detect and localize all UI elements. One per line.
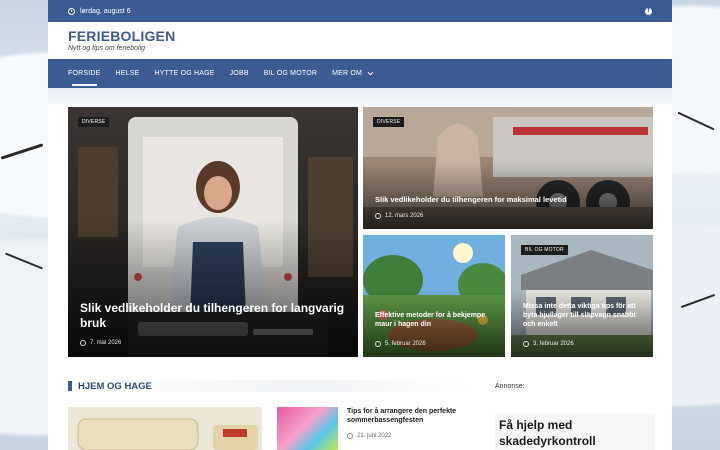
featured-card-main[interactable]: DIVERSE Slik vedlikeholder du tilhengere… — [68, 107, 358, 357]
snow-banner — [48, 88, 672, 107]
ad-banner[interactable]: Få hjelp med skadedyrkontroll — [495, 414, 655, 450]
nav-item-mer-om-label: MER OM — [332, 70, 363, 77]
section-accent — [68, 381, 72, 391]
article-date-text: 7. mai 2026 — [90, 340, 122, 346]
image-overlay — [363, 235, 505, 357]
main-nav: FORSIDE HELSE HYTTE OG HAGE JOBB BIL OG … — [48, 59, 672, 88]
featured-card[interactable]: Effektive metoder for å bekjempe maur i … — [363, 235, 505, 357]
article-title[interactable]: Slik vedlikeholder du tilhengeren for la… — [80, 301, 346, 331]
article-date-text: 21. juni 2022 — [357, 433, 392, 439]
featured-card[interactable]: DIVERSE Slik vedlikeholder du tilhengere… — [363, 107, 653, 229]
site-title[interactable]: FERIEBOLIGEN — [68, 28, 652, 44]
article-date: 12. mars 2026 — [375, 213, 423, 219]
clock-icon — [347, 433, 353, 439]
category-badge[interactable]: DIVERSE — [78, 117, 110, 127]
category-badge[interactable]: DIVERSE — [373, 117, 405, 127]
nav-item-hytte-og-hage[interactable]: HYTTE OG HAGE — [154, 59, 214, 88]
article-title[interactable]: Tips for å arrangere den perfekte sommer… — [347, 407, 467, 426]
nav-item-jobb[interactable]: JOBB — [230, 59, 249, 88]
article-date: 3. februar 2026 — [523, 341, 574, 347]
clock-icon — [80, 340, 86, 346]
article-date-text: 12. mars 2026 — [385, 213, 424, 219]
article-title[interactable]: Missa inte detta viktiga tips för att by… — [523, 303, 641, 329]
nav-item-forside[interactable]: FORSIDE — [68, 59, 101, 88]
date-display: lørdag, august 6 — [68, 7, 131, 15]
nav-item-bil-og-motor[interactable]: BIL OG MOTOR — [264, 59, 317, 88]
box-image — [68, 407, 262, 450]
section-title[interactable]: HJEM OG HAGE — [78, 381, 152, 392]
nav-item-helse[interactable]: HELSE — [116, 59, 140, 88]
clock-icon — [68, 7, 75, 15]
clock-icon — [375, 341, 381, 347]
ad-headline: Få hjelp med skadedyrkontroll — [499, 418, 596, 448]
clock-icon — [375, 213, 381, 219]
article-thumbnail[interactable] — [68, 407, 262, 450]
chevron-down-icon — [367, 69, 374, 75]
article-date: 5. februar 2026 — [375, 341, 426, 347]
article-date: 7. mai 2026 — [80, 340, 121, 346]
featured-grid: DIVERSE Slik vedlikeholder du tilhengere… — [68, 107, 653, 357]
image-overlay — [363, 107, 653, 229]
facebook-icon[interactable]: f — [645, 7, 652, 15]
nav-item-mer-om[interactable]: MER OM — [332, 59, 374, 88]
featured-card[interactable]: BIL OG MOTOR Missa inte detta viktiga ti… — [511, 235, 653, 357]
article-title[interactable]: Effektive metoder for å bekjempe maur i … — [375, 312, 493, 330]
section-header: HJEM OG HAGE — [68, 380, 473, 392]
article-thumbnail[interactable] — [277, 407, 338, 450]
site-header: FERIEBOLIGEN Nytt og tips om feriebolig — [48, 22, 672, 59]
article-title[interactable]: Slik vedlikeholder du tilhengeren for ma… — [375, 195, 641, 204]
page-container: lørdag, august 6 f FERIEBOLIGEN Nytt og … — [48, 0, 672, 450]
clock-icon — [523, 341, 529, 347]
ad-label: Annonse: — [495, 383, 525, 390]
top-bar: lørdag, august 6 f — [48, 0, 672, 22]
article-date-text: 3. februar 2026 — [533, 341, 574, 347]
article-date-text: 5. februar 2026 — [385, 341, 426, 347]
site-tagline: Nytt og tips om feriebolig — [68, 45, 146, 52]
category-badge[interactable]: BIL OG MOTOR — [521, 245, 568, 255]
article-date: 21. juni 2022 — [347, 433, 391, 439]
date-text: lørdag, august 6 — [80, 7, 131, 15]
